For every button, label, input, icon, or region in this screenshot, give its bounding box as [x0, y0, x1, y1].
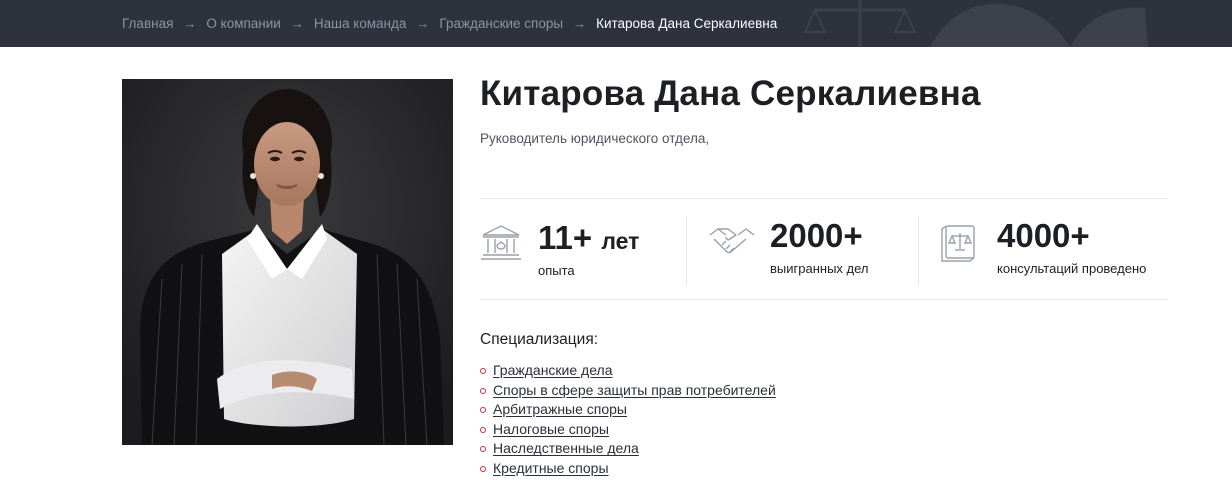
specialization-link[interactable]: Арбитражные споры: [493, 401, 627, 417]
stat-experience: 11+ лет опыта: [480, 215, 670, 285]
top-header-bar: Главная → О компании → Наша команда → Гр…: [0, 0, 1232, 47]
specialization-title: Специализация:: [480, 331, 599, 348]
breadcrumb-our-team[interactable]: Наша команда: [314, 16, 407, 31]
specialization-link[interactable]: Кредитные споры: [493, 460, 609, 476]
bullet-icon: [480, 407, 486, 414]
bullet-icon: [480, 387, 486, 394]
divider: [480, 198, 1167, 199]
specialization-link[interactable]: Наследственные дела: [493, 440, 639, 456]
stat-caption: опыта: [538, 263, 575, 278]
bullet-icon: [480, 446, 486, 453]
stat-won-cases: 2000+ выигранных дел: [708, 215, 908, 285]
themis-statue-decoration: [930, 3, 1148, 47]
scales-of-justice-decoration: [803, 0, 917, 47]
specialization-link[interactable]: Гражданские дела: [493, 362, 613, 378]
page-title: Китарова Дана Серкалиевна: [480, 74, 981, 113]
list-item: Кредитные споры: [480, 459, 776, 479]
list-item: Гражданские дела: [480, 361, 776, 381]
stat-caption: консультаций проведено: [997, 261, 1147, 276]
list-item: Наследственные дела: [480, 439, 776, 459]
specialization-link[interactable]: Споры в сфере защиты прав потребителей: [493, 382, 776, 398]
stat-divider: [686, 216, 687, 284]
stat-consultations: 4000+ консультаций проведено: [940, 215, 1167, 285]
stat-caption: выигранных дел: [770, 261, 869, 276]
specialization-list: Гражданские дела Споры в сфере защиты пр…: [480, 361, 776, 479]
courthouse-icon: [481, 225, 521, 260]
bullet-icon: [480, 368, 486, 374]
lawyer-portrait-photo: [122, 79, 453, 445]
breadcrumb: Главная → О компании → Наша команда → Гр…: [122, 13, 777, 33]
stat-number: 2000+: [770, 217, 863, 254]
breadcrumb-arrow-icon: →: [573, 15, 587, 31]
breadcrumb-arrow-icon: →: [416, 15, 430, 31]
breadcrumb-about-company[interactable]: О компании: [206, 16, 280, 31]
list-item: Налоговые споры: [480, 420, 776, 440]
stat-value: 11+ лет: [538, 218, 639, 261]
breadcrumb-arrow-icon: →: [290, 15, 304, 31]
breadcrumb-home[interactable]: Главная: [122, 16, 173, 31]
stat-unit: лет: [601, 228, 640, 254]
stat-divider: [918, 216, 919, 284]
bullet-icon: [480, 426, 486, 433]
portrait-illustration: [122, 79, 453, 445]
breadcrumb-arrow-icon: →: [183, 15, 197, 31]
job-title: Руководитель юридического отдела,: [480, 131, 710, 146]
divider: [480, 299, 1167, 300]
law-book-icon: [941, 225, 975, 262]
bullet-icon: [480, 465, 486, 472]
stat-number: 11+: [538, 219, 593, 256]
breadcrumb-civil-disputes[interactable]: Гражданские споры: [439, 16, 563, 31]
stat-number: 4000+: [997, 217, 1090, 254]
breadcrumb-current: Китарова Дана Серкалиевна: [596, 15, 778, 31]
list-item: Арбитражные споры: [480, 400, 776, 420]
handshake-icon: [709, 228, 755, 254]
specialization-link[interactable]: Налоговые споры: [493, 421, 609, 437]
list-item: Споры в сфере защиты прав потребителей: [480, 381, 776, 401]
